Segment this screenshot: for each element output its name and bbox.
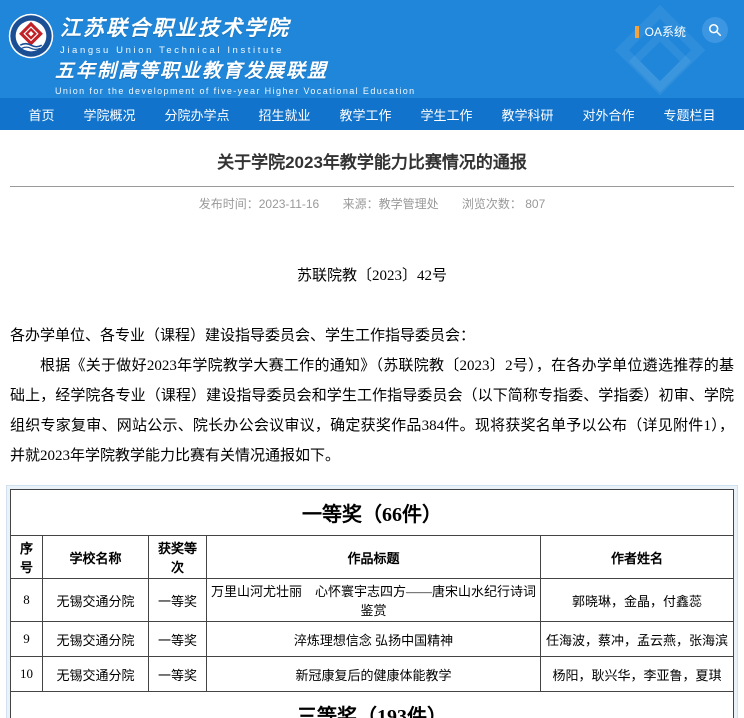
- nav-item-cooperation[interactable]: 对外合作: [582, 105, 634, 124]
- table-row: 9 无锡交通分院 一等奖 淬炼理想信念 弘扬中国精神 任海波，蔡冲，孟云燕，张海…: [11, 622, 734, 657]
- cell-award-level: 一等奖: [149, 622, 207, 657]
- col-authors: 作者姓名: [541, 536, 734, 579]
- cell-award-level: 一等奖: [149, 579, 207, 622]
- col-index: 序号: [11, 536, 43, 579]
- cell-authors: 杨阳，耿兴华，李亚鲁，夏琪: [541, 657, 734, 692]
- cell-award-level: 一等奖: [149, 657, 207, 692]
- article-source: 来源：教学管理处: [343, 197, 439, 211]
- nav-item-research[interactable]: 教学科研: [501, 105, 553, 124]
- cell-work-title: 淬炼理想信念 弘扬中国精神: [207, 622, 541, 657]
- cell-school: 无锡交通分院: [43, 657, 149, 692]
- section-title-third-prize: 三等奖（193件）: [11, 692, 734, 718]
- table-row: 8 无锡交通分院 一等奖 万里山河尤壮丽 心怀寰宇志四方——唐宋山水纪行诗词鉴赏…: [11, 579, 734, 622]
- school-name-cn: 江苏联合职业技术学院: [60, 12, 290, 42]
- alliance-name-en: Union for the development of five-year H…: [55, 86, 416, 96]
- cell-school: 无锡交通分院: [43, 622, 149, 657]
- cell-index: 8: [11, 579, 43, 622]
- nav-item-overview[interactable]: 学院概况: [83, 105, 135, 124]
- title-divider: [10, 186, 734, 187]
- document-number: 苏联院教〔2023〕42号: [10, 264, 734, 285]
- col-school: 学校名称: [43, 536, 149, 579]
- view-count: 浏览次数： 807: [462, 197, 545, 211]
- article-meta: 发布时间：2023-11-16 来源：教学管理处 浏览次数： 807: [10, 195, 734, 212]
- page-title: 关于学院2023年教学能力比赛情况的通报: [10, 148, 734, 173]
- school-name-en: Jiangsu Union Technical Institute: [60, 45, 290, 56]
- cell-work-title: 万里山河尤壮丽 心怀寰宇志四方——唐宋山水纪行诗词鉴赏: [207, 579, 541, 622]
- oa-system-link[interactable]: OA系统: [635, 23, 686, 40]
- salutation: 各办学单位、各专业（课程）建设指导委员会、学生工作指导委员会：: [10, 321, 734, 351]
- table-row: 10 无锡交通分院 一等奖 新冠康复后的健康体能教学 杨阳，耿兴华，李亚鲁，夏琪: [11, 657, 734, 692]
- table-header-row: 序号 学校名称 获奖等次 作品标题 作者姓名: [11, 536, 734, 579]
- cell-school: 无锡交通分院: [43, 579, 149, 622]
- nav-item-student-work[interactable]: 学生工作: [420, 105, 472, 124]
- header-watermark-logo-shape: [615, 5, 706, 96]
- nav-item-admissions[interactable]: 招生就业: [258, 105, 310, 124]
- cell-authors: 任海波，蔡冲，孟云燕，张海滨: [541, 622, 734, 657]
- article-content: 关于学院2023年教学能力比赛情况的通报 发布时间：2023-11-16 来源：…: [0, 148, 744, 718]
- section-title-first-prize: 一等奖（66件）: [11, 490, 734, 536]
- oa-accent-bar: [635, 26, 639, 38]
- cell-index: 10: [11, 657, 43, 692]
- section-title-label: 一等奖（66件）: [11, 490, 734, 536]
- cell-authors: 郭晓琳，金晶，付鑫蕊: [541, 579, 734, 622]
- search-button[interactable]: [702, 17, 728, 43]
- section-title-label: 三等奖（193件）: [11, 692, 734, 718]
- alliance-name-cn: 五年制高等职业教育发展联盟: [55, 56, 416, 83]
- nav-item-teaching[interactable]: 教学工作: [339, 105, 391, 124]
- oa-system-label: OA系统: [645, 23, 686, 40]
- main-nav: 首页 学院概况 分院办学点 招生就业 教学工作 学生工作 教学科研 对外合作 专…: [0, 98, 744, 130]
- nav-item-special-topics[interactable]: 专题栏目: [663, 105, 715, 124]
- award-table: 一等奖（66件） 序号 学校名称 获奖等次 作品标题 作者姓名 8 无锡交通分院…: [10, 489, 734, 718]
- nav-item-branches[interactable]: 分院办学点: [164, 105, 229, 124]
- site-header: 江苏联合职业技术学院 Jiangsu Union Technical Insti…: [0, 0, 744, 98]
- school-logo-icon: [8, 13, 54, 59]
- school-name-block: 江苏联合职业技术学院 Jiangsu Union Technical Insti…: [60, 12, 290, 56]
- search-icon: [708, 23, 722, 37]
- publish-time: 发布时间：2023-11-16: [199, 197, 320, 211]
- cell-work-title: 新冠康复后的健康体能教学: [207, 657, 541, 692]
- nav-item-home[interactable]: 首页: [28, 105, 54, 124]
- award-table-container: 一等奖（66件） 序号 学校名称 获奖等次 作品标题 作者姓名 8 无锡交通分院…: [6, 485, 738, 718]
- body-paragraph: 根据《关于做好2023年学院教学大赛工作的通知》（苏联院教〔2023〕2号），在…: [10, 351, 734, 471]
- alliance-name-block: 五年制高等职业教育发展联盟 Union for the development …: [55, 56, 416, 96]
- cell-index: 9: [11, 622, 43, 657]
- col-work-title: 作品标题: [207, 536, 541, 579]
- col-award-level: 获奖等次: [149, 536, 207, 579]
